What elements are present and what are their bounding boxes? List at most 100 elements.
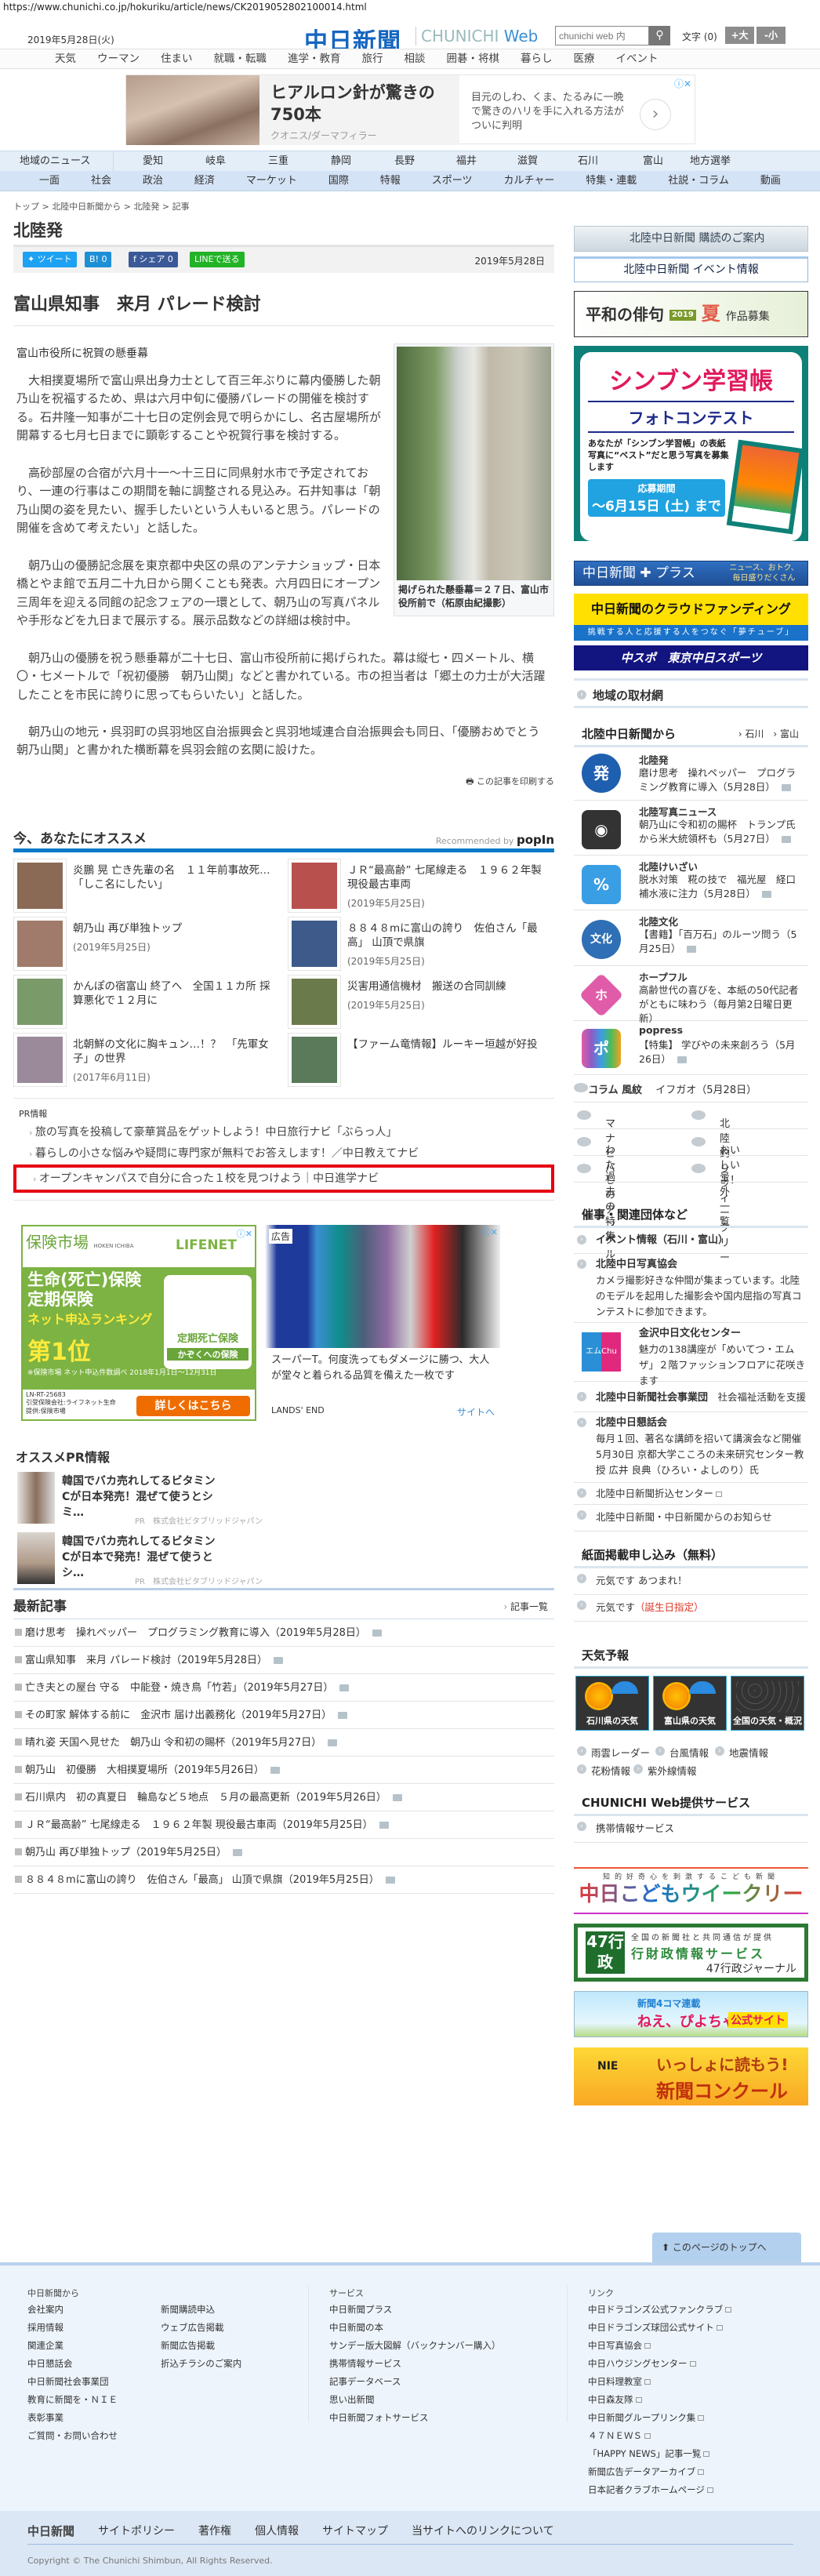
region-gifu[interactable]: 岐阜: [205, 151, 226, 172]
ad-insurance[interactable]: 保険市場 HOKEN ICHIBA LIFENET 生命(死亡)保険 定期保険 ネット…: [21, 1225, 256, 1421]
local-network-link[interactable]: › 地域の取材網: [574, 678, 808, 708]
breadcrumb[interactable]: トップ > 北陸中日新聞から > 北陸発 > 記事: [13, 200, 190, 213]
footer-link[interactable]: 新聞広告掲載: [161, 2337, 241, 2355]
footer-link[interactable]: 関連企業: [27, 2337, 118, 2355]
subscription-banner[interactable]: 北陸中日新聞 購読のご案内: [574, 226, 808, 252]
earthquake-link[interactable]: › 地震情報: [715, 1745, 768, 1760]
photo-contest-banner[interactable]: シンブン学習帳 フォトコンテスト あなたが「シンブン学習帳」の表紙写真に“ベスト…: [574, 346, 808, 541]
recommend-item[interactable]: かんぽの宿富山 終了へ 全国１１カ所 採算悪化で１２月に: [13, 975, 288, 1029]
category-nav-item[interactable]: 動画: [760, 171, 781, 191]
search-button[interactable]: ⚲: [649, 26, 670, 45]
footer-link[interactable]: 中日新聞フォトサービス: [329, 2409, 501, 2427]
event-info-banner[interactable]: 北陸中日新聞 イベント情報: [574, 256, 808, 282]
column-fumon-link[interactable]: › コラム 風紋 イフガオ（5月28日）: [574, 1075, 808, 1103]
footer-link[interactable]: 中日新聞グループリンク集: [588, 2409, 731, 2427]
shimen-item[interactable]: › 元気です あつまれ！: [574, 1568, 808, 1595]
weather-ishikawa[interactable]: 石川県の天気: [575, 1676, 649, 1731]
category-nav-item[interactable]: スポーツ: [432, 171, 473, 191]
latest-item[interactable]: 朝乃山 初優勝 大相撲夏場所（2019年5月26日）: [13, 1757, 554, 1784]
top-ad-banner[interactable]: ヒアルロン針が驚きの750本 クオニス/ダーマフィラー 目元のしわ、くま、たるみに…: [125, 74, 695, 145]
privacy-link[interactable]: 個人情報: [255, 2523, 299, 2539]
search-input[interactable]: [555, 26, 649, 45]
top-nav-item[interactable]: 旅行: [362, 49, 383, 68]
footer-logo[interactable]: 中日新聞: [27, 2523, 74, 2539]
ad-close-icon[interactable]: ⓘ✕: [674, 77, 691, 90]
hokuriku-item[interactable]: % 北陸けいざい 脱水対策 糀の技で 福光屋 経口補水液に注力（5月28日）: [574, 856, 808, 910]
latest-item[interactable]: 朝乃山 再び単独トップ（2019年5月25日）: [13, 1839, 554, 1866]
region-shiga[interactable]: 滋賀: [517, 151, 538, 172]
hokuriku-item[interactable]: 文化 北陸文化 【書籍】「百万石」のルーツ問う（5月25日）: [574, 910, 808, 966]
font-smaller-button[interactable]: -小: [757, 27, 786, 44]
font-larger-button[interactable]: +大: [725, 27, 754, 44]
sitemap-link[interactable]: サイトマップ: [322, 2523, 388, 2539]
latest-item-title[interactable]: 富山県知事 来月 パレード検討（2019年5月28日）: [25, 1655, 267, 1666]
region-toyama[interactable]: 富山: [643, 151, 663, 172]
hatena-button[interactable]: B! 0: [85, 252, 112, 267]
latest-item[interactable]: その町家 解体する前に 金沢市 届け出義務化（2019年5月27日）: [13, 1702, 554, 1729]
latest-item-title[interactable]: 石川県内 初の真夏日 輪島など５地点 ５月の最高更新（2019年5月26日）: [25, 1792, 386, 1804]
chunichi-plus-banner[interactable]: 中日新聞 ✚ プラス ニュース、おトク、毎日盛りだくさん: [574, 561, 808, 586]
footer-link[interactable]: 表彰事業: [27, 2409, 118, 2427]
event-item[interactable]: › 北陸中日写真協会 カメラ撮影好きな仲間が集まっています。北陸のモデルを起用した撮…: [574, 1254, 808, 1323]
top-nav-item[interactable]: 就職・転職: [214, 49, 267, 68]
latest-item[interactable]: ＪＲ“最高齢” 七尾線走る １９６２年製 現役最古車両（2019年5月25日）: [13, 1811, 554, 1839]
ad-landsend[interactable]: 広告 ⓘ✕ スーパーT。何度洗ってもダメージに勝つ、大人が堂々と着られる品質を備…: [265, 1225, 500, 1421]
footer-link[interactable]: 新聞広告データアーカイブ: [588, 2463, 731, 2481]
region-nav-lead[interactable]: 地域のニュース: [20, 151, 114, 172]
event-item[interactable]: エムChu 金沢中日文化センター 魅力の138講座が「めいてつ・エムザ」２階ファッシ…: [574, 1323, 808, 1386]
ad-close-icon[interactable]: ⓘ✕: [237, 1227, 252, 1240]
recommend-item[interactable]: ８８４８mに富山の誇り 佐伯さん「最高」 山頂で県旗 (2019年5月25日): [288, 917, 554, 971]
ad-headline[interactable]: ヒアルロン針が驚きの750本: [270, 82, 448, 125]
rain-radar-link[interactable]: › 雨雲レーダー: [577, 1745, 650, 1760]
top-nav-item[interactable]: 住まい: [161, 49, 193, 68]
hokuriku-item[interactable]: 発 北陸発 磨け思考 操れペッパー プログラミング教育に導入（5月28日）: [574, 749, 808, 801]
category-nav-item[interactable]: 政治: [143, 171, 163, 191]
pollen-link[interactable]: › 花粉情報: [577, 1763, 630, 1778]
recommend-item[interactable]: 炎鵬 晃 亡き先輩の名 １１年前事故死…「しこ名にしたい」: [13, 859, 288, 913]
mobile-service-link[interactable]: › 携帯情報サービス: [574, 1816, 808, 1843]
recommend-item[interactable]: 【ファーム竜情報】ルーキー垣越が好投: [288, 1033, 554, 1087]
event-item[interactable]: › 北陸中日新聞折込センター: [574, 1483, 808, 1505]
footer-link[interactable]: 中日新聞プラス: [329, 2301, 501, 2319]
line-share-button[interactable]: LINEで送る: [190, 252, 245, 267]
shimen-item[interactable]: › 元気です（誕生日指定）: [574, 1595, 808, 1622]
category-nav-item[interactable]: マーケット: [246, 171, 297, 191]
category-nav-item[interactable]: 特報: [380, 171, 401, 191]
category-nav-item[interactable]: 国際: [328, 171, 349, 191]
latest-item-title[interactable]: 朝乃山 再び単独トップ（2019年5月25日）: [25, 1847, 227, 1858]
link-ishikawa[interactable]: › 石川: [738, 728, 764, 739]
latest-item[interactable]: ８８４８mに富山の誇り 佐伯さん「最高」 山頂で県旗（2019年5月25日）: [13, 1866, 554, 1894]
latest-item-title[interactable]: その町家 解体する前に 金沢市 届け出義務化（2019年5月27日）: [25, 1709, 332, 1721]
facebook-share-button[interactable]: f シェア 0: [129, 252, 178, 267]
top-nav-item[interactable]: 進学・教育: [288, 49, 341, 68]
latest-item-title[interactable]: ８８４８mに富山の誇り 佐伯さん「最高」 山頂で県旗（2019年5月25日）: [25, 1874, 379, 1886]
event-item[interactable]: › 北陸中日懇話会 毎月１回、著名な講師を招いて講演会など開催 5月30日 京都大学…: [574, 1412, 808, 1483]
gyosei-journal-banner[interactable]: 47行政 全国の新聞社と共同通信が提供 行財政情報サービス 47行政ジャーナル: [574, 1924, 808, 1982]
back-to-top-button[interactable]: ⬆ このページのトップへ: [652, 2233, 801, 2262]
weather-toyama[interactable]: 富山県の天気: [653, 1676, 727, 1731]
hokuriku-item[interactable]: ◉ 北陸写真ニュース 朝乃山に令和初の賜杯 トランプ氏から米大統領杯も（5月27日）: [574, 801, 808, 856]
latest-item-title[interactable]: 晴れ姿 天国へ見せた 朝乃山 令和初の賜杯（2019年5月27日）: [25, 1737, 321, 1749]
footer-link[interactable]: 会社案内: [27, 2301, 118, 2319]
hokuriku-item[interactable]: ホ ホープフル 高齢世代の喜びを、本紙の50代記者がともに味わう（毎月第2日曜日更新…: [574, 966, 808, 1024]
footer-link[interactable]: 中日新聞社会事業団: [27, 2373, 118, 2391]
typhoon-link[interactable]: › 台風情報: [655, 1745, 709, 1760]
top-nav-item[interactable]: 囲碁・将棋: [447, 49, 500, 68]
event-item[interactable]: › 北陸中日新聞・中日新聞からのお知らせ: [574, 1505, 808, 1531]
footer-link[interactable]: 中日写真協会: [588, 2337, 731, 2355]
uv-link[interactable]: › 紫外線情報: [633, 1763, 697, 1778]
recommend-item[interactable]: 災害用通信機材 搬送の合同訓練 (2019年5月25日): [288, 975, 554, 1029]
top-nav-item[interactable]: 天気: [55, 49, 76, 68]
osusume-pr-item[interactable]: 韓国でバカ売れしてるビタミンCが日本で発売！混ぜて使うとシ… PR 株式会社ビタ…: [17, 1532, 566, 1586]
peace-haiku-banner[interactable]: 平和の俳句 2019 夏 作品募集: [574, 291, 808, 337]
footer-link[interactable]: 教育に新聞を・ＮＩＥ: [27, 2391, 118, 2409]
latest-item-title[interactable]: ＪＲ“最高齢” 七尾線走る １９６２年製 現役最古車両（2019年5月25日）: [25, 1819, 373, 1831]
region-election[interactable]: 地方選挙: [690, 151, 731, 172]
footer-link[interactable]: ４７ＮＥＷＳ: [588, 2427, 731, 2445]
footer-link[interactable]: 中日料理教室: [588, 2373, 731, 2391]
top-nav-item[interactable]: ウーマン: [97, 49, 140, 68]
top-nav-item[interactable]: 相談: [405, 49, 426, 68]
latest-item[interactable]: 磨け思考 操れペッパー プログラミング教育に導入（2019年5月28日）: [13, 1619, 554, 1647]
chevron-right-icon[interactable]: ›: [640, 99, 671, 130]
pr-link-highlighted[interactable]: オープンキャンパスで自分に合った１校を見つけよう｜中日進学ナビ: [33, 1170, 379, 1186]
